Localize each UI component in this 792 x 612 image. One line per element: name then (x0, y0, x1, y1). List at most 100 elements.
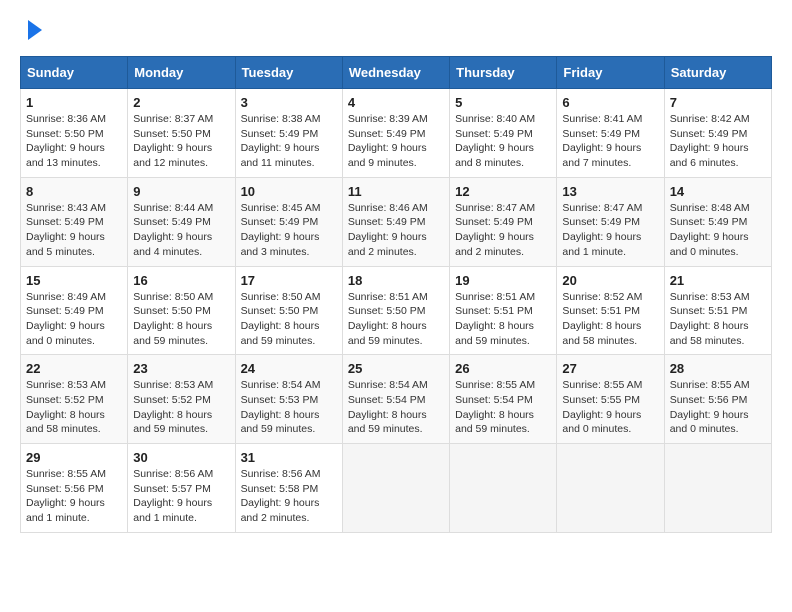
calendar-cell: 15 Sunrise: 8:49 AMSunset: 5:49 PMDayligh… (21, 266, 128, 355)
day-detail: Sunrise: 8:39 AMSunset: 5:49 PMDaylight:… (348, 112, 444, 171)
day-detail: Sunrise: 8:49 AMSunset: 5:49 PMDaylight:… (26, 290, 122, 349)
day-detail: Sunrise: 8:55 AMSunset: 5:56 PMDaylight:… (670, 378, 766, 437)
day-number: 21 (670, 273, 766, 288)
day-detail: Sunrise: 8:53 AMSunset: 5:52 PMDaylight:… (26, 378, 122, 437)
calendar-week-row: 15 Sunrise: 8:49 AMSunset: 5:49 PMDayligh… (21, 266, 772, 355)
day-number: 29 (26, 450, 122, 465)
calendar-header-row: SundayMondayTuesdayWednesdayThursdayFrid… (21, 57, 772, 89)
day-number: 24 (241, 361, 337, 376)
calendar-cell: 27 Sunrise: 8:55 AMSunset: 5:55 PMDayligh… (557, 355, 664, 444)
day-number: 11 (348, 184, 444, 199)
day-detail: Sunrise: 8:50 AMSunset: 5:50 PMDaylight:… (133, 290, 229, 349)
calendar-cell (557, 444, 664, 533)
weekday-header: Thursday (450, 57, 557, 89)
day-number: 22 (26, 361, 122, 376)
day-detail: Sunrise: 8:48 AMSunset: 5:49 PMDaylight:… (670, 201, 766, 260)
calendar-week-row: 22 Sunrise: 8:53 AMSunset: 5:52 PMDayligh… (21, 355, 772, 444)
calendar-cell: 3 Sunrise: 8:38 AMSunset: 5:49 PMDaylight… (235, 89, 342, 178)
calendar-week-row: 8Sunrise: 8:43 AMSunset: 5:49 PMDaylight… (21, 177, 772, 266)
day-detail: Sunrise: 8:56 AMSunset: 5:58 PMDaylight:… (241, 467, 337, 526)
weekday-header: Friday (557, 57, 664, 89)
calendar-cell: 26 Sunrise: 8:55 AMSunset: 5:54 PMDayligh… (450, 355, 557, 444)
calendar-cell: 22 Sunrise: 8:53 AMSunset: 5:52 PMDayligh… (21, 355, 128, 444)
day-detail: Sunrise: 8:51 AMSunset: 5:51 PMDaylight:… (455, 290, 551, 349)
weekday-header: Sunday (21, 57, 128, 89)
calendar-table: SundayMondayTuesdayWednesdayThursdayFrid… (20, 56, 772, 533)
calendar-cell: 2 Sunrise: 8:37 AMSunset: 5:50 PMDaylight… (128, 89, 235, 178)
day-number: 27 (562, 361, 658, 376)
calendar-cell: 20 Sunrise: 8:52 AMSunset: 5:51 PMDayligh… (557, 266, 664, 355)
day-number: 8 (26, 184, 122, 199)
logo (20, 20, 42, 40)
calendar-cell: 24 Sunrise: 8:54 AMSunset: 5:53 PMDayligh… (235, 355, 342, 444)
calendar-cell: 4 Sunrise: 8:39 AMSunset: 5:49 PMDaylight… (342, 89, 449, 178)
calendar-cell: 12 Sunrise: 8:47 AMSunset: 5:49 PMDayligh… (450, 177, 557, 266)
logo-arrow-icon (28, 20, 42, 40)
calendar-cell: 28 Sunrise: 8:55 AMSunset: 5:56 PMDayligh… (664, 355, 771, 444)
calendar-cell: 8Sunrise: 8:43 AMSunset: 5:49 PMDaylight… (21, 177, 128, 266)
day-detail: Sunrise: 8:52 AMSunset: 5:51 PMDaylight:… (562, 290, 658, 349)
day-number: 2 (133, 95, 229, 110)
day-number: 1 (26, 95, 122, 110)
calendar-cell: 5 Sunrise: 8:40 AMSunset: 5:49 PMDaylight… (450, 89, 557, 178)
day-number: 16 (133, 273, 229, 288)
day-number: 4 (348, 95, 444, 110)
day-detail: Sunrise: 8:55 AMSunset: 5:54 PMDaylight:… (455, 378, 551, 437)
calendar-cell: 16 Sunrise: 8:50 AMSunset: 5:50 PMDayligh… (128, 266, 235, 355)
day-detail: Sunrise: 8:42 AMSunset: 5:49 PMDaylight:… (670, 112, 766, 171)
calendar-cell: 13Sunrise: 8:47 AMSunset: 5:49 PMDayligh… (557, 177, 664, 266)
day-number: 12 (455, 184, 551, 199)
day-detail: Sunrise: 8:53 AMSunset: 5:51 PMDaylight:… (670, 290, 766, 349)
calendar-cell: 1Sunrise: 8:36 AMSunset: 5:50 PMDaylight… (21, 89, 128, 178)
calendar-cell: 29 Sunrise: 8:55 AMSunset: 5:56 PMDayligh… (21, 444, 128, 533)
day-number: 3 (241, 95, 337, 110)
day-number: 5 (455, 95, 551, 110)
calendar-cell (450, 444, 557, 533)
day-number: 6 (562, 95, 658, 110)
day-number: 31 (241, 450, 337, 465)
day-detail: Sunrise: 8:56 AMSunset: 5:57 PMDaylight:… (133, 467, 229, 526)
day-number: 17 (241, 273, 337, 288)
day-detail: Sunrise: 8:45 AMSunset: 5:49 PMDaylight:… (241, 201, 337, 260)
calendar-cell: 11 Sunrise: 8:46 AMSunset: 5:49 PMDayligh… (342, 177, 449, 266)
day-detail: Sunrise: 8:40 AMSunset: 5:49 PMDaylight:… (455, 112, 551, 171)
day-detail: Sunrise: 8:55 AMSunset: 5:56 PMDaylight:… (26, 467, 122, 526)
weekday-header: Tuesday (235, 57, 342, 89)
day-number: 7 (670, 95, 766, 110)
day-detail: Sunrise: 8:38 AMSunset: 5:49 PMDaylight:… (241, 112, 337, 171)
day-detail: Sunrise: 8:54 AMSunset: 5:53 PMDaylight:… (241, 378, 337, 437)
day-number: 23 (133, 361, 229, 376)
day-detail: Sunrise: 8:46 AMSunset: 5:49 PMDaylight:… (348, 201, 444, 260)
day-detail: Sunrise: 8:50 AMSunset: 5:50 PMDaylight:… (241, 290, 337, 349)
day-detail: Sunrise: 8:54 AMSunset: 5:54 PMDaylight:… (348, 378, 444, 437)
day-number: 26 (455, 361, 551, 376)
calendar-cell: 18 Sunrise: 8:51 AMSunset: 5:50 PMDayligh… (342, 266, 449, 355)
calendar-cell: 14 Sunrise: 8:48 AMSunset: 5:49 PMDayligh… (664, 177, 771, 266)
day-detail: Sunrise: 8:47 AMSunset: 5:49 PMDaylight:… (562, 201, 658, 260)
day-detail: Sunrise: 8:47 AMSunset: 5:49 PMDaylight:… (455, 201, 551, 260)
day-number: 15 (26, 273, 122, 288)
day-detail: Sunrise: 8:37 AMSunset: 5:50 PMDaylight:… (133, 112, 229, 171)
calendar-cell: 7 Sunrise: 8:42 AMSunset: 5:49 PMDaylight… (664, 89, 771, 178)
day-detail: Sunrise: 8:44 AMSunset: 5:49 PMDaylight:… (133, 201, 229, 260)
day-number: 20 (562, 273, 658, 288)
day-number: 28 (670, 361, 766, 376)
calendar-cell (342, 444, 449, 533)
calendar-cell: 17 Sunrise: 8:50 AMSunset: 5:50 PMDayligh… (235, 266, 342, 355)
calendar-cell (664, 444, 771, 533)
day-detail: Sunrise: 8:55 AMSunset: 5:55 PMDaylight:… (562, 378, 658, 437)
calendar-cell: 25Sunrise: 8:54 AMSunset: 5:54 PMDayligh… (342, 355, 449, 444)
calendar-cell: 31 Sunrise: 8:56 AMSunset: 5:58 PMDayligh… (235, 444, 342, 533)
day-detail: Sunrise: 8:53 AMSunset: 5:52 PMDaylight:… (133, 378, 229, 437)
day-number: 9 (133, 184, 229, 199)
calendar-week-row: 1Sunrise: 8:36 AMSunset: 5:50 PMDaylight… (21, 89, 772, 178)
page-header (20, 20, 772, 40)
weekday-header: Monday (128, 57, 235, 89)
day-number: 18 (348, 273, 444, 288)
day-number: 14 (670, 184, 766, 199)
calendar-cell: 6Sunrise: 8:41 AMSunset: 5:49 PMDaylight… (557, 89, 664, 178)
calendar-cell: 19Sunrise: 8:51 AMSunset: 5:51 PMDayligh… (450, 266, 557, 355)
calendar-cell: 23 Sunrise: 8:53 AMSunset: 5:52 PMDayligh… (128, 355, 235, 444)
calendar-cell: 9 Sunrise: 8:44 AMSunset: 5:49 PMDaylight… (128, 177, 235, 266)
day-detail: Sunrise: 8:51 AMSunset: 5:50 PMDaylight:… (348, 290, 444, 349)
